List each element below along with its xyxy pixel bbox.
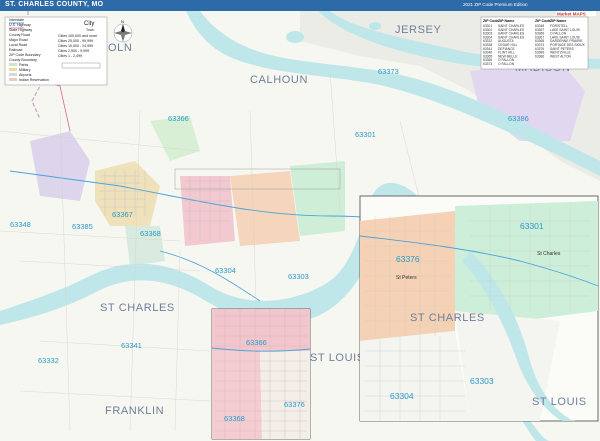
inset-zip-label-63304: 63304 bbox=[390, 391, 414, 401]
map-canvas: JERSEY CALHOUN MADISON OLN ST CHARLES ST… bbox=[0, 11, 600, 441]
table-cell: 63373 bbox=[483, 62, 492, 66]
lake bbox=[369, 22, 381, 30]
legend-item: County Boundary bbox=[9, 58, 37, 62]
county-label-calhoun: CALHOUN bbox=[250, 74, 308, 86]
table-header: ZIP Code bbox=[483, 19, 499, 23]
table-cell: O FALLON bbox=[498, 62, 515, 66]
legend-pop-item: Cities 100,000 and more bbox=[58, 34, 97, 38]
legend-pop-item: Cities 2,500 - 9,999 bbox=[58, 49, 89, 53]
zip-label-63301: 63301 bbox=[355, 130, 376, 139]
map-frame: ST. CHARLES COUNTY, MO 2021 ZIP Code Pre… bbox=[0, 0, 600, 441]
legend-pop-item: Cities 1 - 2,499 bbox=[58, 54, 82, 58]
inset2-zip-label-63368: 63368 bbox=[224, 414, 245, 423]
zip-label-63303: 63303 bbox=[288, 272, 309, 281]
legend-item: State Highway bbox=[9, 28, 32, 32]
inset2-zip-label-63366: 63366 bbox=[246, 338, 267, 347]
zip-label-63367: 63367 bbox=[112, 210, 133, 219]
inset-map-ofallon: 63366 63368 63376 bbox=[211, 308, 311, 440]
inset-place-st-charles: St Charles bbox=[537, 251, 561, 257]
legend-item: Indian Reservation bbox=[19, 78, 49, 82]
zip-label-63332: 63332 bbox=[38, 356, 59, 365]
legend-city-label: City bbox=[84, 21, 94, 27]
legend-item: Military bbox=[19, 68, 31, 72]
table-header: ZIP Code bbox=[535, 19, 551, 23]
inset-zip-area-63304 bbox=[360, 331, 470, 421]
lake bbox=[286, 31, 304, 43]
legend-town-label: Town bbox=[86, 28, 94, 32]
table-cell: 63386 bbox=[535, 54, 544, 58]
inset-place-st-peters: St Peters bbox=[396, 275, 417, 281]
zip-label-63386: 63386 bbox=[508, 114, 529, 123]
legend-item: Interstate bbox=[9, 18, 24, 22]
county-label-lincoln: OLN bbox=[108, 42, 132, 54]
legend-item: Local Road bbox=[9, 43, 27, 47]
inset2-zip-area-63368 bbox=[212, 351, 262, 439]
zip-code-table: ZIP Code ZIP Name ZIP Code ZIP Name 6330… bbox=[480, 16, 589, 70]
zip-label-63366: 63366 bbox=[168, 114, 189, 123]
legend-item: County Road bbox=[9, 33, 30, 37]
zip-label-63385: 63385 bbox=[72, 222, 93, 231]
inset-zip-label-63301: 63301 bbox=[520, 221, 544, 231]
legend-pop-item: Cities 10,000 - 24,999 bbox=[58, 44, 93, 48]
legend-item: Parks bbox=[19, 63, 28, 67]
legend-item: Major Road bbox=[9, 38, 28, 42]
legend-pop-item: Cities 25,000 - 99,999 bbox=[58, 39, 93, 43]
inset2-zip-label-63376: 63376 bbox=[284, 400, 305, 409]
inset-county-label-st-louis: ST LOUIS bbox=[532, 396, 587, 408]
zip-label-63368: 63368 bbox=[140, 229, 161, 238]
table-header: ZIP Name bbox=[498, 19, 514, 23]
zip-label-63304: 63304 bbox=[215, 266, 236, 275]
county-label-st-louis: ST LOUIS bbox=[310, 352, 365, 364]
zip-label-63373: 63373 bbox=[378, 67, 399, 76]
edition-label: 2021 ZIP Code Premium Edition bbox=[463, 2, 528, 7]
legend-item: U.S. Highway bbox=[9, 23, 31, 27]
inset-zip-label-63376: 63376 bbox=[396, 254, 420, 264]
county-label-franklin: FRANKLIN bbox=[105, 405, 164, 417]
table-header: ZIP Name bbox=[550, 19, 566, 23]
inset-map-st-charles: 63376 63301 63303 63304 ST CHARLES ST LO… bbox=[359, 195, 599, 422]
title-bar: ST. CHARLES COUNTY, MO 2021 ZIP Code Pre… bbox=[0, 0, 600, 11]
map-title: ST. CHARLES COUNTY, MO bbox=[5, 1, 104, 8]
compass-north-label: N bbox=[121, 19, 124, 24]
legend-item: ZIP Code Boundary bbox=[9, 53, 41, 57]
inset-county-label-st-charles: ST CHARLES bbox=[410, 312, 485, 324]
inset-zip-label-63303: 63303 bbox=[470, 376, 494, 386]
legend-item: Airports bbox=[19, 73, 32, 77]
county-label-jersey: JERSEY bbox=[395, 24, 441, 36]
county-label-st-charles: ST CHARLES bbox=[100, 302, 175, 314]
table-cell: WEST ALTON bbox=[550, 54, 572, 58]
legend-item: Railroad bbox=[9, 48, 22, 52]
map-legend: Interstate U.S. Highway State Highway Co… bbox=[4, 16, 108, 86]
brand-logo-text: Market MAPS bbox=[557, 12, 586, 17]
brand-logo: Market MAPS bbox=[556, 11, 596, 17]
zip-label-63348: 63348 bbox=[10, 220, 31, 229]
zip-label-63341: 63341 bbox=[121, 341, 142, 350]
